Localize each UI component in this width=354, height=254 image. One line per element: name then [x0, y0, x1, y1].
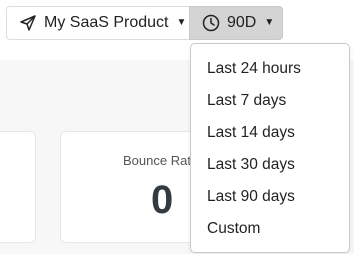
- menu-item-last-14-days[interactable]: Last 14 days: [191, 117, 349, 149]
- menu-item-custom[interactable]: Custom: [191, 213, 349, 245]
- menu-item-last-90-days[interactable]: Last 90 days: [191, 181, 349, 213]
- date-range-label: 90D: [227, 14, 257, 31]
- menu-item-last-7-days[interactable]: Last 7 days: [191, 85, 349, 117]
- menu-item-last-24-hours[interactable]: Last 24 hours: [191, 53, 349, 85]
- caret-down-icon: ▼: [264, 17, 275, 28]
- bounce-rate-label: Bounce Rate: [123, 153, 199, 168]
- date-range-menu: Last 24 hours Last 7 days Last 14 days L…: [190, 43, 350, 253]
- send-icon: [19, 14, 37, 32]
- menu-item-last-30-days[interactable]: Last 30 days: [191, 149, 349, 181]
- product-selector-button[interactable]: My SaaS Product ▼: [6, 6, 190, 40]
- product-selector-label: My SaaS Product: [44, 14, 169, 31]
- clock-icon: [202, 14, 220, 32]
- bounce-rate-value: 0: [151, 178, 174, 222]
- metric-card: [0, 131, 36, 243]
- caret-down-icon: ▼: [176, 17, 187, 28]
- date-range-button[interactable]: 90D ▼: [189, 6, 283, 40]
